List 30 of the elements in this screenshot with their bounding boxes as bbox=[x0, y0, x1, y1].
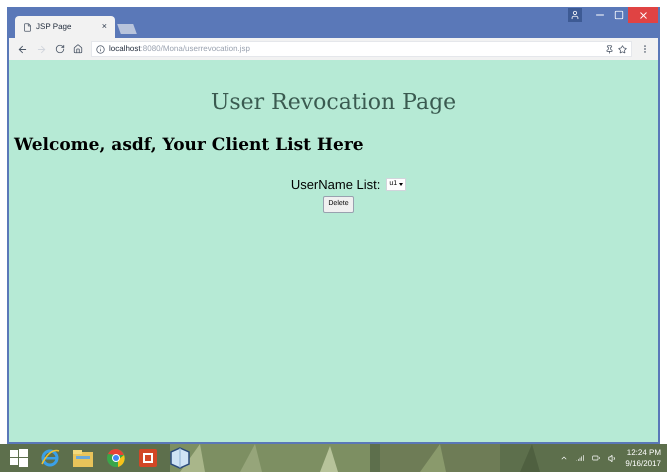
tab-title: JSP Page bbox=[36, 21, 72, 33]
folder-icon[interactable] bbox=[72, 448, 94, 468]
signal-icon[interactable] bbox=[576, 454, 584, 462]
clock-date: 9/16/2017 bbox=[625, 458, 661, 469]
info-icon bbox=[96, 44, 105, 54]
close-icon bbox=[638, 10, 648, 20]
browser-tab[interactable]: JSP Page × bbox=[15, 16, 115, 38]
list-label: UserName List: bbox=[290, 176, 380, 194]
clock-time: 12:24 PM bbox=[626, 447, 661, 458]
pin-icon[interactable] bbox=[605, 44, 614, 54]
chevron-up-icon[interactable] bbox=[560, 454, 568, 462]
windows-start-icon[interactable] bbox=[10, 449, 28, 467]
presentation-icon[interactable] bbox=[138, 448, 158, 468]
address-text: localhost:8080/Mona/userrevocation.jsp bbox=[109, 43, 250, 55]
close-button[interactable] bbox=[628, 7, 658, 23]
bookmark-star-icon[interactable] bbox=[618, 44, 627, 54]
battery-icon[interactable] bbox=[592, 454, 600, 462]
home-icon[interactable] bbox=[73, 44, 83, 54]
maximize-icon[interactable] bbox=[614, 10, 624, 20]
reload-icon[interactable] bbox=[55, 44, 65, 54]
page-title: User Revocation Page bbox=[210, 89, 458, 117]
user-icon[interactable] bbox=[568, 8, 582, 22]
welcome-heading: Welcome, asdf, Your Client List Here bbox=[14, 134, 365, 157]
chrome-icon[interactable] bbox=[106, 448, 126, 468]
address-bar[interactable]: localhost:8080/Mona/userrevocation.jsp bbox=[91, 41, 632, 57]
page-icon bbox=[23, 22, 32, 32]
back-icon[interactable] bbox=[17, 44, 28, 54]
volume-icon[interactable] bbox=[608, 454, 618, 462]
tab-close[interactable]: × bbox=[102, 20, 107, 34]
browser-e-icon[interactable] bbox=[40, 448, 60, 468]
